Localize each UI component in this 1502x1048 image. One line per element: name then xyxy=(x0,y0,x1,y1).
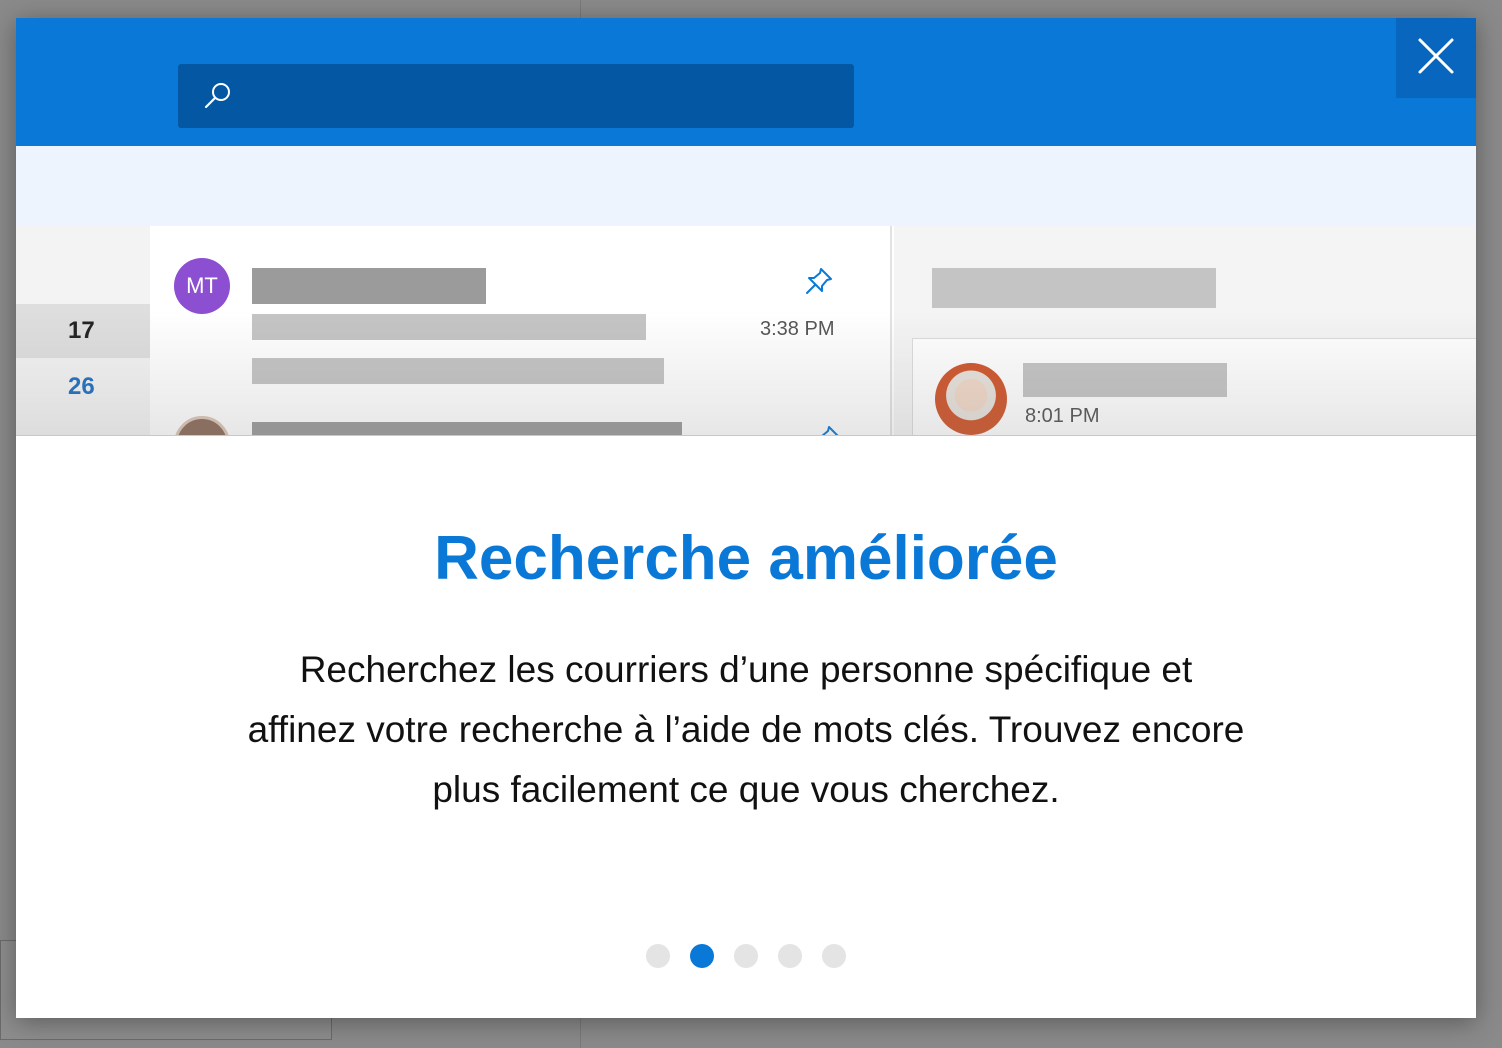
page-dot-1[interactable] xyxy=(646,944,670,968)
feature-preview-image: 17 26 MT 3:38 PM 8:01 PM xyxy=(16,18,1476,436)
sender-placeholder xyxy=(252,268,486,304)
sender-placeholder xyxy=(1023,363,1227,397)
preview-toolbar-band xyxy=(16,146,1476,226)
feature-description: Recherchez les courriers d’une personne … xyxy=(247,649,1245,810)
sender-placeholder xyxy=(252,422,682,436)
whats-new-dialog: 17 26 MT 3:38 PM 8:01 PM Recherche améli… xyxy=(16,18,1476,1018)
pin-icon xyxy=(802,264,836,298)
preview-reading-pane: 8:01 PM xyxy=(894,226,1476,436)
page-dot-2[interactable] xyxy=(690,944,714,968)
mail-time: 3:38 PM xyxy=(760,318,835,340)
close-icon xyxy=(1416,36,1456,81)
preview-header-bar xyxy=(16,18,1476,146)
search-icon xyxy=(200,78,236,114)
close-button[interactable] xyxy=(1396,18,1476,98)
avatar: MT xyxy=(174,258,230,314)
calendar-day-today: 26 xyxy=(68,373,95,400)
page-dot-4[interactable] xyxy=(778,944,802,968)
preview-search-box xyxy=(178,64,854,128)
subject-placeholder xyxy=(932,268,1216,308)
avatar xyxy=(174,416,230,436)
preview-calendar-column: 17 26 xyxy=(16,226,150,436)
subject-placeholder xyxy=(252,314,646,340)
page-dot-5[interactable] xyxy=(822,944,846,968)
snippet-placeholder xyxy=(252,358,664,384)
pagination-dots xyxy=(646,944,846,968)
pin-icon xyxy=(810,422,844,436)
preview-divider xyxy=(16,435,1476,436)
message-card: 8:01 PM xyxy=(912,338,1476,436)
page-dot-3[interactable] xyxy=(734,944,758,968)
avatar xyxy=(935,363,1007,435)
calendar-day-selected: 17 xyxy=(16,304,150,358)
preview-mail-list: MT 3:38 PM xyxy=(150,226,892,436)
feature-title: Recherche améliorée xyxy=(434,524,1058,593)
message-time: 8:01 PM xyxy=(1025,405,1100,427)
